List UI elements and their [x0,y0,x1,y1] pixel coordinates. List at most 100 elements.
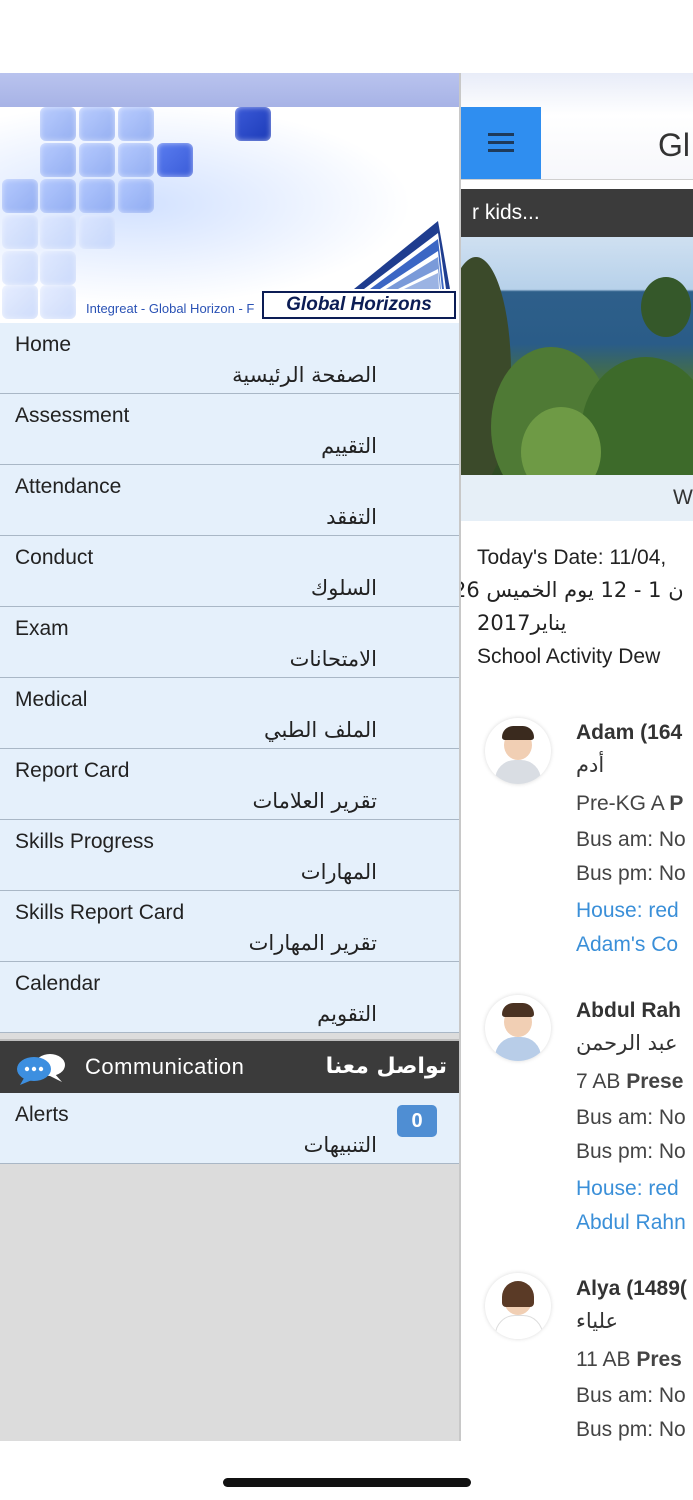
main-content: Gl r kids... W Today's Date: 11/04, ن 1 … [461,73,693,1441]
student-name: Adam (164 [576,721,683,744]
menu-item-assessment[interactable]: Assessment التقييم [0,394,459,465]
banner-caption: Integreat - Global Horizon - F [86,301,255,316]
banner-tile [2,179,38,213]
news-ticker: r kids... [461,189,693,237]
menu-item-label: Report Card [15,759,130,782]
menu-item-label-ar: المهارات [300,860,377,884]
communication-label-ar: تواصل معنا [325,1054,447,1079]
banner-tile [79,107,115,141]
global-horizons-logo-icon [354,221,450,289]
class-name: 7 AB [576,1070,627,1093]
menu-item-label-ar: الصفحة الرئيسية [232,363,377,387]
banner-tile [79,143,115,177]
menu-item-skills-progress[interactable]: Skills Progress المهارات [0,820,459,891]
menu-toggle-button[interactable] [461,107,541,179]
menu-item-exam[interactable]: Exam الامتحانات [0,607,459,678]
menu-item-calendar[interactable]: Calendar التقويم [0,962,459,1033]
hamburger-icon [488,149,514,152]
student-detail-link[interactable]: Adam's Co [576,933,678,957]
menu-item-medical[interactable]: Medical الملف الطبي [0,678,459,749]
menu-item-skills-report-card[interactable]: Skills Report Card تقرير المهارات [0,891,459,962]
menu-item-attendance[interactable]: Attendance التفقد [0,465,459,536]
banner-tile [79,179,115,213]
banner-tile [40,251,76,285]
date-line-ar: يناير2017 [477,611,567,635]
banner-tile [40,107,76,141]
banner-tile [157,143,193,177]
banner-tile [40,215,76,249]
menu-item-label: Attendance [15,475,122,498]
drawer-top-strip [0,73,459,107]
communication-section-header: Communication تواصل معنا [0,1039,459,1093]
house-link[interactable]: House: red [576,899,679,923]
drawer-menu: Home الصفحة الرئيسية Assessment التقييم … [0,323,459,1164]
hamburger-icon [488,133,514,136]
menu-item-home[interactable]: Home الصفحة الرئيسية [0,323,459,394]
photo-foliage [641,277,691,337]
bus-am: Bus am: No [576,828,686,851]
menu-item-label-ar: التنبيهات [303,1133,377,1157]
banner-tile [2,215,38,249]
avatar-shirt [495,1315,543,1339]
app-header: Gl [461,73,693,180]
avatar-shirt [495,1037,541,1061]
banner-tile [118,179,154,213]
banner-tile [79,215,115,249]
home-indicator[interactable] [223,1478,471,1487]
banner-tile [118,107,154,141]
banner-tile [235,107,271,141]
student-detail-link[interactable]: Abdul Rahn [576,1211,686,1235]
bus-am: Bus am: No [576,1384,686,1407]
menu-item-report-card[interactable]: Report Card تقرير العلامات [0,749,459,820]
student-class: Pre-KG A P [576,792,683,816]
student-avatar [485,1273,551,1339]
menu-item-label-ar: التقييم [321,434,377,458]
communication-label: Communication [85,1054,245,1079]
student-avatar [485,995,551,1061]
student-name-ar: علياء [576,1309,619,1333]
bus-pm: Bus pm: No [576,1418,686,1441]
attendance-status: Pres [636,1348,682,1371]
chat-bubbles-icon [17,1054,65,1085]
student-name: Alya (1489( [576,1277,687,1300]
menu-item-label: Assessment [15,404,130,427]
avatar-hair [502,1003,534,1017]
avatar-hair [502,1281,534,1307]
welcome-strip: W [461,475,693,521]
menu-item-label: Home [15,333,72,356]
school-banner: Integreat - Global Horizon - F Global Ho… [0,107,459,323]
menu-item-label: Skills Progress [15,830,154,853]
menu-item-label-ar: الملف الطبي [263,718,377,742]
menu-item-alerts[interactable]: Alerts التنبيهات 0 [0,1093,459,1164]
class-name: 11 AB [576,1348,637,1371]
attendance-status: P [669,792,684,815]
menu-item-label-ar: السلوك [310,576,377,600]
bus-pm: Bus pm: No [576,1140,686,1163]
date-info: Today's Date: 11/04, ن 1 - 12 يوم الخميس… [461,541,693,673]
student-class: 7 AB Prese [576,1070,683,1094]
house-link[interactable]: House: red [576,1177,679,1201]
banner-tile [2,251,38,285]
date-line: Today's Date: 11/04, [477,546,667,569]
menu-item-conduct[interactable]: Conduct السلوك [0,536,459,607]
navigation-drawer: Integreat - Global Horizon - F Global Ho… [0,73,459,1441]
banner-tile [118,143,154,177]
student-class: 11 AB Pres [576,1348,682,1372]
alerts-count-badge: 0 [397,1105,437,1137]
app-title: Gl [658,127,690,163]
menu-item-label-ar: الامتحانات [289,647,377,671]
brand-name: Global Horizons [262,291,456,319]
system-bottom-area [0,1441,693,1500]
menu-item-label-ar: تقرير المهارات [248,931,377,955]
banner-tile [40,143,76,177]
class-name: Pre-KG A [576,792,670,815]
date-line-ar: ن 1 - 12 يوم الخميس 26 [461,578,684,602]
student-avatar [485,718,551,784]
welcome-text: W [673,486,693,509]
student-name-ar: أدم [576,753,605,777]
bus-am: Bus am: No [576,1106,686,1129]
hamburger-icon [488,141,514,144]
menu-item-label: Exam [15,617,69,640]
menu-item-label: Skills Report Card [15,901,185,924]
menu-item-label: Calendar [15,972,101,995]
